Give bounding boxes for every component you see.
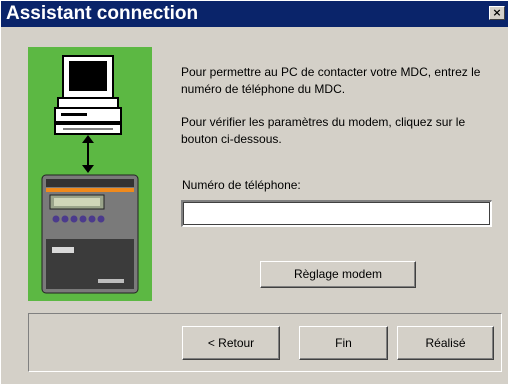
close-button[interactable]: × [489,6,505,20]
close-icon: × [492,6,502,19]
done-button[interactable]: Réalisé [397,326,494,360]
modem-instructions: Pour vérifier les paramètres du modem, c… [181,115,466,146]
connect-instructions: Pour permettre au PC de contacter votre … [181,65,481,96]
wizard-window: Assistant connection × Pour permettre au… [0,0,509,385]
back-button[interactable]: < Retour [182,326,280,360]
phone-number-input[interactable] [181,200,492,227]
pc-to-controller-icon [41,55,139,294]
window-title: Assistant connection [6,3,199,24]
connection-illustration [28,47,152,301]
finish-button[interactable]: Fin [299,326,388,360]
phone-label: Numéro de téléphone: [182,178,301,192]
modem-settings-button[interactable]: Règlage modem [260,261,416,288]
title-bar: Assistant connection × [1,1,508,27]
